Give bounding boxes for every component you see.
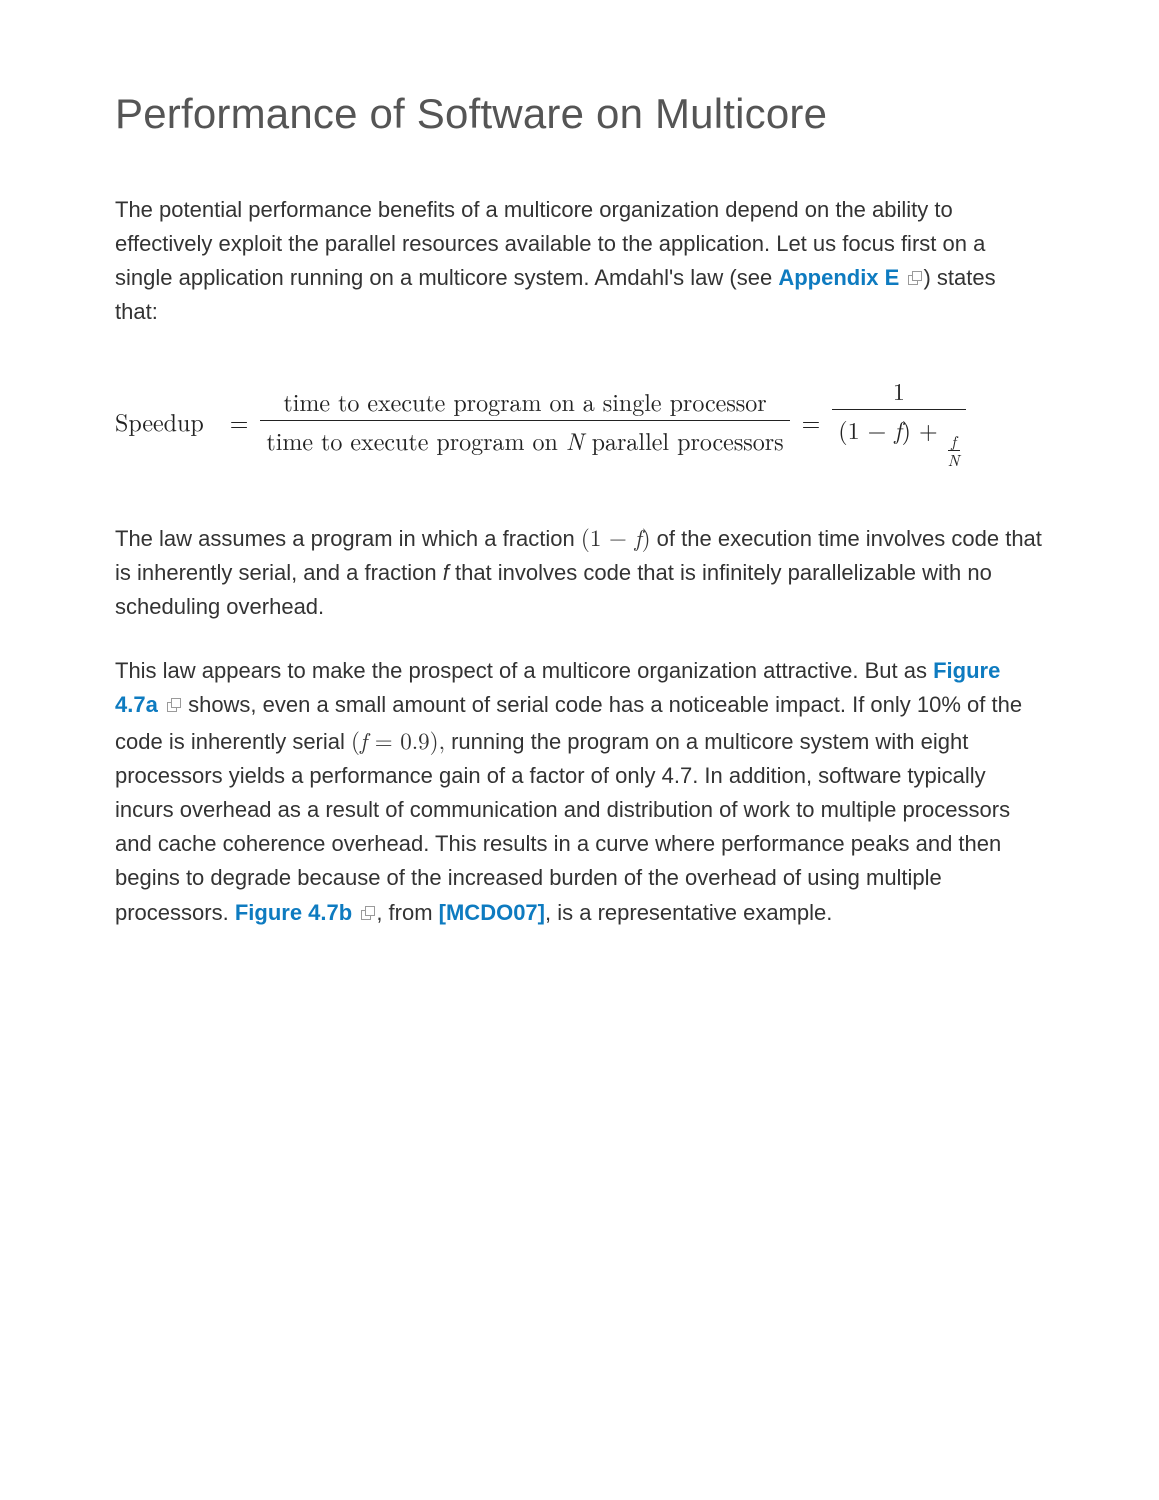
- popup-icon: [167, 698, 181, 712]
- equals-1: =: [218, 404, 261, 438]
- frac1-den-N: N: [566, 423, 584, 457]
- page-heading: Performance of Software on Multicore: [115, 90, 1044, 138]
- p2-math1-b: ): [642, 520, 651, 553]
- p3-math2-a: (: [351, 723, 360, 756]
- formula-fraction-1: time to execute program on a single proc…: [260, 382, 789, 459]
- p2-math1-f: f: [635, 520, 642, 553]
- small-frac-den: N: [948, 451, 960, 469]
- p3-math2-f: f: [360, 723, 367, 756]
- link-citation-mcdo07[interactable]: [MCDO07]: [439, 900, 545, 925]
- frac2-small-frac: fN: [948, 432, 960, 468]
- p3-math2: (f = 0.9),: [351, 723, 445, 756]
- frac2-numerator: 1: [873, 371, 925, 409]
- equals-2: =: [790, 404, 833, 438]
- paragraph-2: The law assumes a program in which a fra…: [115, 519, 1044, 624]
- popup-icon: [908, 271, 922, 285]
- frac2-den-f: f: [894, 412, 901, 446]
- p2-text-1: The law assumes a program in which a fra…: [115, 526, 581, 551]
- formula-fraction-2: 1 (1 − f) + fN: [832, 371, 965, 470]
- amdahl-formula: Speedup = time to execute program on a s…: [115, 371, 1044, 470]
- paragraph-3: This law appears to make the prospect of…: [115, 654, 1044, 930]
- frac1-den-b: parallel processors: [584, 423, 784, 457]
- link-appendix-e-label: Appendix E: [778, 265, 899, 290]
- page-content: Performance of Software on Multicore The…: [0, 0, 1159, 1500]
- popup-icon: [361, 906, 375, 920]
- p3-math2-b: = 0.9),: [367, 723, 445, 756]
- p3-text-5: , is a representative example.: [545, 900, 832, 925]
- frac1-numerator: time to execute program on a single proc…: [277, 382, 772, 420]
- frac2-denominator: (1 − f) + fN: [832, 410, 965, 470]
- frac2-den-b: ) +: [902, 412, 946, 446]
- link-figure-4-7b[interactable]: Figure 4.7b: [235, 900, 376, 925]
- p3-text-4: , from: [376, 900, 438, 925]
- frac1-denominator: time to execute program on N parallel pr…: [260, 421, 789, 459]
- frac1-den-a: time to execute program on: [266, 423, 565, 457]
- link-appendix-e[interactable]: Appendix E: [778, 265, 923, 290]
- paragraph-1: The potential performance benefits of a …: [115, 193, 1044, 329]
- link-figure-4-7b-label: Figure 4.7b: [235, 900, 352, 925]
- formula-lhs: Speedup: [115, 404, 218, 438]
- p2-math1-a: (1 −: [581, 520, 635, 553]
- p3-text-1: This law appears to make the prospect of…: [115, 658, 933, 683]
- frac2-den-a: (1 −: [838, 412, 894, 446]
- p3-text-3: running the program on a multicore syste…: [115, 729, 1010, 924]
- p2-math1: (1 − f): [581, 520, 651, 553]
